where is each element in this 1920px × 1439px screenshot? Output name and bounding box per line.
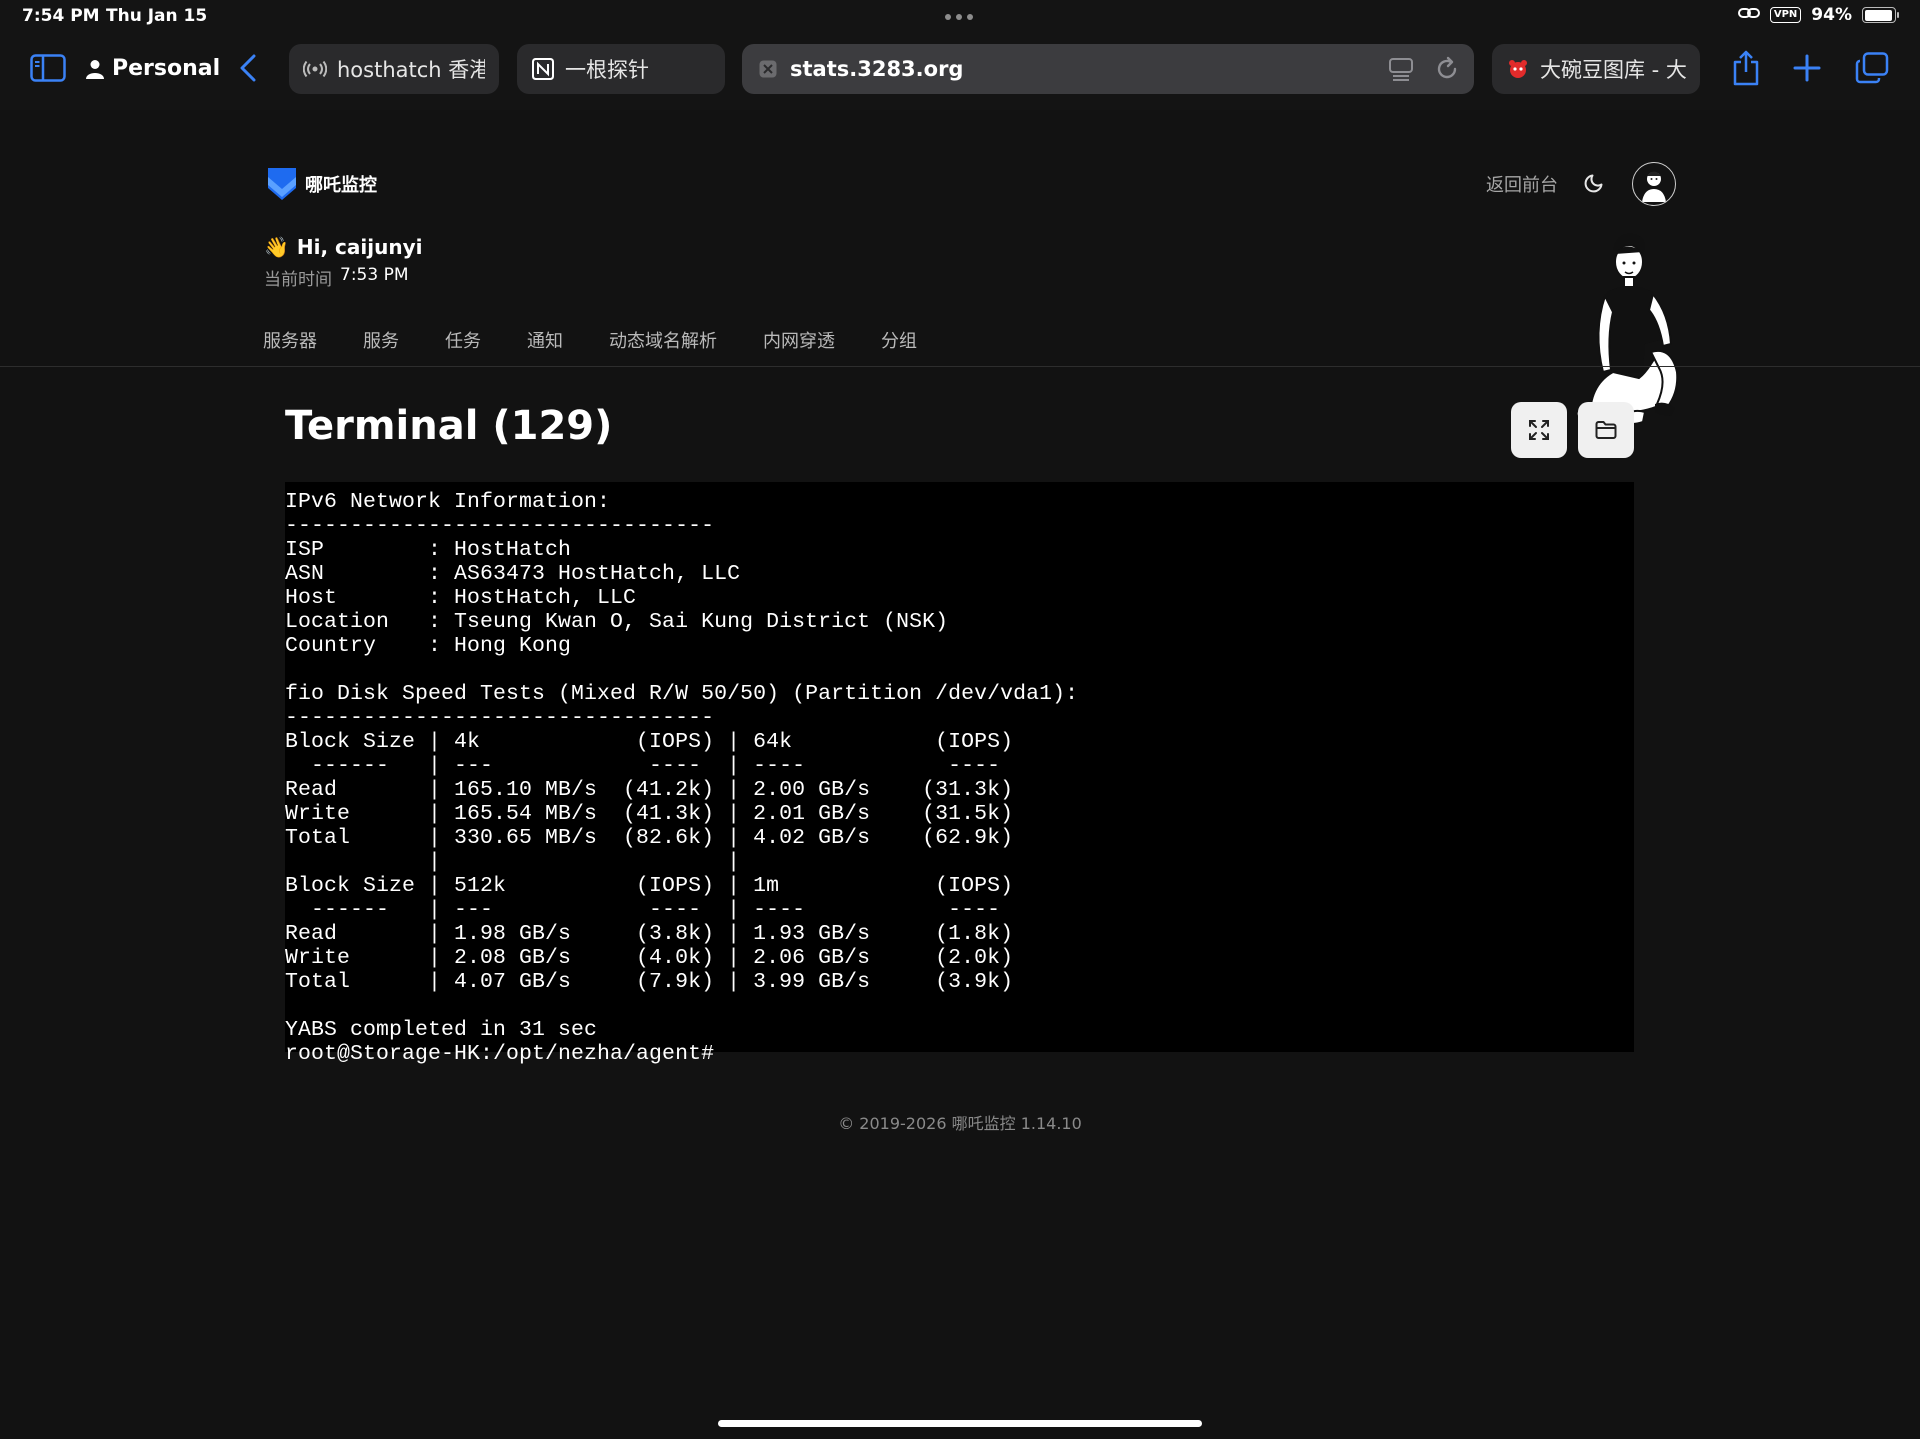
terminal-line: | | (285, 850, 741, 874)
back-icon[interactable] (228, 48, 268, 88)
logo-text: 哪吒监控 (305, 175, 377, 196)
share-icon[interactable] (1726, 48, 1766, 88)
folder-icon (1595, 421, 1617, 439)
reader-mode-icon[interactable] (1388, 56, 1414, 87)
greeting-text: Hi, caijunyi (296, 235, 423, 259)
browser-toolbar: Personal hosthatch 香港 一根探针 stats.3283.or… (0, 34, 1920, 110)
multitasking-dots-icon[interactable] (945, 14, 973, 20)
terminal-line: --------------------------------- (285, 706, 715, 730)
tab-hosthatch[interactable]: hosthatch 香港 (289, 44, 499, 94)
terminal-line: IPv6 Network Information: (285, 490, 611, 514)
terminal-line: Block Size | 512k (IOPS) | 1m (IOPS) (285, 874, 1014, 898)
tab-label: 一根探针 (565, 58, 649, 82)
avatar[interactable] (1632, 162, 1676, 206)
nav-item-notifications[interactable]: 通知 (527, 327, 563, 353)
greeting: 👋 Hi, caijunyi (264, 235, 423, 259)
profile-name: Personal (112, 56, 221, 81)
tab-overview-icon[interactable] (1852, 48, 1892, 88)
terminal-line: --------------------------------- (285, 514, 715, 538)
current-time: 当前时间 7:53 PM (264, 265, 409, 290)
terminal-line: Write | 165.54 MB/s (41.3k) | 2.01 GB/s … (285, 802, 1014, 826)
terminal-line: Write | 2.08 GB/s (4.0k) | 2.06 GB/s (2.… (285, 946, 1014, 970)
tab-notion[interactable]: 一根探针 (517, 44, 725, 94)
tab-label: 大碗豆图库 - 大碗 (1540, 58, 1686, 82)
file-manager-button[interactable] (1578, 402, 1634, 458)
terminal-line: Total | 4.07 GB/s (7.9k) | 3.99 GB/s (3.… (285, 970, 1014, 994)
terminal-line: ASN : AS63473 HostHatch, LLC (285, 562, 741, 586)
clock-value: 7:53 PM (340, 265, 409, 285)
app-logo[interactable]: 哪吒监控 (267, 167, 377, 201)
fullscreen-button[interactable] (1511, 402, 1567, 458)
status-time: 7:54 PM (22, 6, 100, 26)
terminal-line: Location : Tseung Kwan O, Sai Kung Distr… (285, 610, 949, 634)
notion-icon (531, 57, 555, 81)
tab-dawandou[interactable]: 大碗豆图库 - 大碗 (1492, 44, 1700, 94)
wave-emoji: 👋 (264, 235, 289, 259)
page: 哪吒监控 返回前台 👋 Hi, caijunyi 当前时间 7:53 PM 服务… (0, 110, 1920, 1439)
terminal-line: Host : HostHatch, LLC (285, 586, 637, 610)
nav-item-tasks[interactable]: 任务 (445, 327, 481, 353)
sidebar-toggle-icon[interactable] (28, 48, 68, 88)
new-tab-icon[interactable] (1787, 48, 1827, 88)
terminal-line: ------ | --- ---- | ---- ---- (285, 754, 1001, 778)
sitting-person-illustration (1575, 233, 1679, 425)
terminal-output[interactable]: IPv6 Network Information: ---------------… (285, 482, 1634, 1066)
terminal-title: Terminal (129) (285, 403, 613, 449)
nav-item-servers[interactable]: 服务器 (263, 327, 317, 353)
terminal-line: ISP : HostHatch (285, 538, 572, 562)
vpn-badge: VPN (1769, 7, 1802, 23)
dark-mode-toggle-icon[interactable] (1584, 171, 1606, 198)
battery-percent: 94% (1811, 5, 1852, 25)
terminal-line: root@Storage-HK:/opt/nezha/agent# (285, 1042, 715, 1066)
home-indicator[interactable] (718, 1420, 1202, 1427)
profile-switcher[interactable]: Personal (86, 56, 220, 81)
address-text: stats.3283.org (790, 57, 964, 81)
battery-icon (1862, 7, 1899, 23)
header-divider (0, 366, 1920, 367)
nav-item-services[interactable]: 服务 (363, 327, 399, 353)
footer-copyright: © 2019-2026 哪吒监控 1.14.10 (838, 1114, 1082, 1133)
terminal-line: Block Size | 4k (IOPS) | 64k (IOPS) (285, 730, 1014, 754)
main-nav: 服务器 服务 任务 通知 动态域名解析 内网穿透 分组 (263, 327, 917, 353)
nav-item-ddns[interactable]: 动态域名解析 (609, 327, 717, 353)
site-favicon-icon (756, 57, 780, 81)
tab-label: hosthatch 香港 (337, 58, 485, 82)
clock-label: 当前时间 (264, 270, 332, 290)
address-bar[interactable]: stats.3283.org (742, 44, 1474, 94)
link-icon (1737, 5, 1760, 25)
terminal-line: fio Disk Speed Tests (Mixed R/W 50/50) (… (285, 682, 1079, 706)
person-icon (86, 59, 104, 79)
broadcast-icon (303, 57, 327, 81)
reload-icon[interactable] (1434, 56, 1460, 87)
terminal-line: ------ | --- ---- | ---- ---- (285, 898, 1001, 922)
terminal-line: YABS completed in 31 sec (285, 1018, 598, 1042)
terminal-line: Read | 165.10 MB/s (41.2k) | 2.00 GB/s (… (285, 778, 1014, 802)
nav-item-nat-traversal[interactable]: 内网穿透 (763, 327, 835, 353)
red-mascot-icon (1506, 57, 1530, 81)
nav-item-groups[interactable]: 分组 (881, 327, 917, 353)
terminal-line: Total | 330.65 MB/s (82.6k) | 4.02 GB/s … (285, 826, 1014, 850)
nezha-logo-icon (268, 168, 296, 200)
status-date: Thu Jan 15 (106, 6, 208, 26)
fullscreen-icon (1529, 420, 1549, 440)
back-to-frontend-link[interactable]: 返回前台 (1486, 171, 1558, 197)
status-bar: 7:54 PM Thu Jan 15 VPN 94% (0, 0, 1920, 34)
terminal-line: Read | 1.98 GB/s (3.8k) | 1.93 GB/s (1.8… (285, 922, 1014, 946)
terminal-line: Country : Hong Kong (285, 634, 572, 658)
